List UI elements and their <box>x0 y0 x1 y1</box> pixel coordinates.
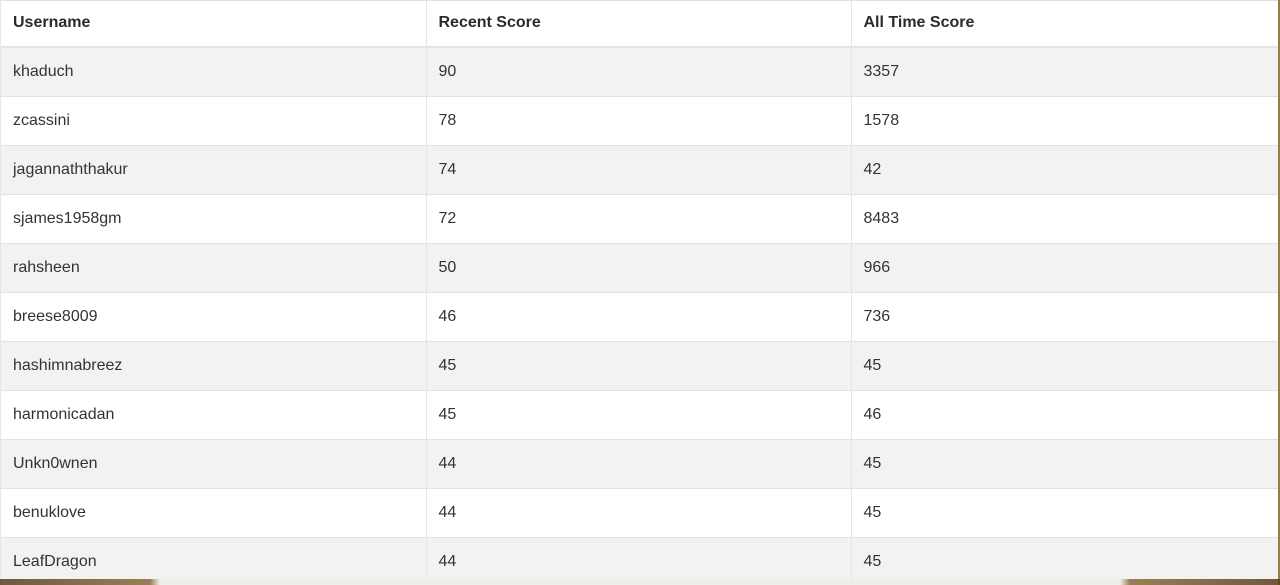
table-row: khaduch 90 3357 <box>1 47 1279 97</box>
cell-recent-score: 45 <box>426 341 852 391</box>
cell-all-time-score: 8483 <box>851 194 1279 244</box>
leaderboard-table: Username Recent Score All Time Score kha… <box>1 0 1279 585</box>
table-row: benuklove 44 45 <box>1 488 1279 538</box>
cell-username[interactable]: jagannaththakur <box>1 145 427 195</box>
table-row: hashimnabreez 45 45 <box>1 341 1279 391</box>
leaderboard-page: Username Recent Score All Time Score kha… <box>0 0 1280 585</box>
top-border <box>0 0 1280 1</box>
table-row: breese8009 46 736 <box>1 292 1279 342</box>
cell-all-time-score: 966 <box>851 243 1279 293</box>
cell-recent-score: 44 <box>426 439 852 489</box>
cell-recent-score: 44 <box>426 537 852 585</box>
cell-username[interactable]: benuklove <box>1 488 427 538</box>
cell-recent-score: 74 <box>426 145 852 195</box>
cell-recent-score: 90 <box>426 47 852 97</box>
cell-username[interactable]: hashimnabreez <box>1 341 427 391</box>
column-header-recent-score[interactable]: Recent Score <box>426 0 852 48</box>
table-body: khaduch 90 3357 zcassini 78 1578 jaganna… <box>1 47 1279 585</box>
bottom-edge-shadow <box>0 579 1280 585</box>
cell-username[interactable]: rahsheen <box>1 243 427 293</box>
cell-recent-score: 44 <box>426 488 852 538</box>
cell-all-time-score: 42 <box>851 145 1279 195</box>
table-row: zcassini 78 1578 <box>1 96 1279 146</box>
table-row: harmonicadan 45 46 <box>1 390 1279 440</box>
cell-recent-score: 78 <box>426 96 852 146</box>
table-row: jagannaththakur 74 42 <box>1 145 1279 195</box>
cell-recent-score: 45 <box>426 390 852 440</box>
table-header: Username Recent Score All Time Score <box>1 0 1279 48</box>
cell-username[interactable]: LeafDragon <box>1 537 427 585</box>
cell-all-time-score: 45 <box>851 341 1279 391</box>
cell-username[interactable]: khaduch <box>1 47 427 97</box>
table-row: Unkn0wnen 44 45 <box>1 439 1279 489</box>
column-header-username[interactable]: Username <box>1 0 427 48</box>
cell-all-time-score: 46 <box>851 390 1279 440</box>
header-row: Username Recent Score All Time Score <box>1 0 1279 48</box>
cell-recent-score: 50 <box>426 243 852 293</box>
cell-username[interactable]: sjames1958gm <box>1 194 427 244</box>
cell-all-time-score: 736 <box>851 292 1279 342</box>
cell-username[interactable]: harmonicadan <box>1 390 427 440</box>
cell-all-time-score: 3357 <box>851 47 1279 97</box>
cell-recent-score: 46 <box>426 292 852 342</box>
left-border <box>0 0 1 585</box>
cell-all-time-score: 45 <box>851 488 1279 538</box>
column-header-all-time-score[interactable]: All Time Score <box>851 0 1279 48</box>
cell-recent-score: 72 <box>426 194 852 244</box>
cell-username[interactable]: breese8009 <box>1 292 427 342</box>
cell-all-time-score: 45 <box>851 537 1279 585</box>
cell-all-time-score: 45 <box>851 439 1279 489</box>
cell-all-time-score: 1578 <box>851 96 1279 146</box>
cell-username[interactable]: zcassini <box>1 96 427 146</box>
table-row: LeafDragon 44 45 <box>1 537 1279 585</box>
table-row: sjames1958gm 72 8483 <box>1 194 1279 244</box>
table-row: rahsheen 50 966 <box>1 243 1279 293</box>
cell-username[interactable]: Unkn0wnen <box>1 439 427 489</box>
